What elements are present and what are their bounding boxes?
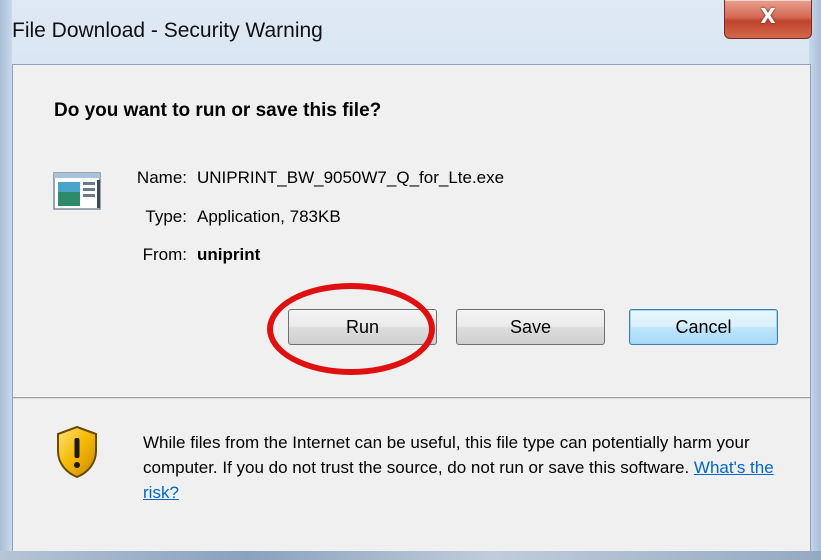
security-shield-icon [57,425,97,479]
window-title: File Download - Security Warning [12,19,323,42]
window-frame-left [0,0,12,560]
from-label: From: [142,245,187,264]
save-button[interactable]: Save [456,309,605,345]
close-button[interactable]: X [724,0,812,39]
dialog-question: Do you want to run or save this file? [54,100,382,121]
close-icon: X [760,4,776,28]
security-warning-text: While files from the Internet can be use… [143,430,793,505]
taskbar-edge [0,551,821,560]
warning-message: While files from the Internet can be use… [143,433,750,477]
type-label: Type: [145,207,187,226]
type-value: Application, 783KB [197,207,341,226]
application-file-icon [53,172,101,210]
dialog-window: File Download - Security Warning X Do yo… [0,0,821,560]
from-value: uniprint [197,245,261,264]
name-value: UNIPRINT_BW_9050W7_Q_for_Lte.exe [197,168,505,187]
name-label: Name: [136,168,187,187]
run-highlight-annotation [267,283,435,375]
cancel-button[interactable]: Cancel [629,309,778,345]
